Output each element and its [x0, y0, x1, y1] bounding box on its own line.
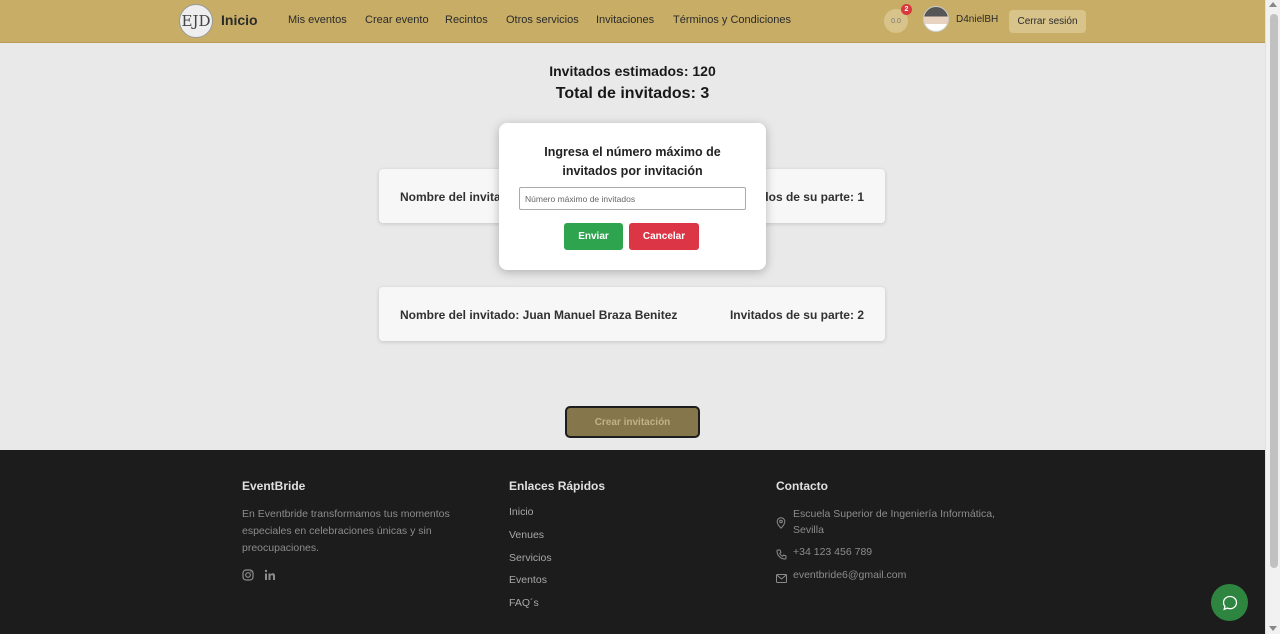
logo-icon[interactable]: EJD	[179, 4, 213, 38]
username[interactable]: D4nielBH	[956, 14, 998, 25]
send-button[interactable]: Enviar	[564, 223, 623, 250]
footer-links-title: Enlaces Rápidos	[509, 479, 606, 493]
navbar: EJD Inicio Mis eventos Crear evento Reci…	[0, 0, 1265, 43]
avatar[interactable]	[923, 6, 949, 32]
nav-mis-eventos[interactable]: Mis eventos	[288, 14, 347, 26]
logout-button[interactable]: Cerrar sesión	[1009, 10, 1086, 33]
modal-title: Ingresa el número máximo de invitados po…	[544, 145, 721, 178]
footer-about-text: En Eventbride transformamos tus momentos…	[242, 508, 450, 554]
notification-badge: 2	[901, 4, 912, 15]
page-scrollbar[interactable]	[1265, 0, 1280, 634]
max-guests-modal: Ingresa el número máximo de invitados po…	[499, 123, 766, 270]
nav-otros-servicios[interactable]: Otros servicios	[506, 14, 579, 26]
footer-link-eventos[interactable]: Eventos	[509, 574, 547, 586]
footer-email[interactable]: eventbride6@gmail.com	[793, 567, 906, 583]
footer-link-faqs[interactable]: FAQ´s	[509, 597, 539, 609]
cancel-button[interactable]: Cancelar	[629, 223, 699, 250]
max-guests-input[interactable]	[519, 187, 746, 210]
footer-link-inicio[interactable]: Inicio	[509, 506, 534, 518]
scrollbar-thumb[interactable]	[1270, 14, 1278, 568]
nav-terminos[interactable]: Términos y Condiciones	[673, 14, 791, 26]
footer-contact-title: Contacto	[776, 479, 828, 493]
footer-link-servicios[interactable]: Servicios	[509, 552, 552, 564]
nav-recintos[interactable]: Recintos	[445, 14, 488, 26]
chat-button[interactable]	[1211, 584, 1248, 621]
footer-address: Escuela Superior de Ingeniería Informáti…	[793, 508, 995, 536]
linkedin-icon[interactable]	[264, 569, 276, 581]
footer-link-venues[interactable]: Venues	[509, 529, 544, 541]
nav-crear-evento[interactable]: Crear evento	[365, 14, 429, 26]
location-icon	[776, 516, 786, 529]
nav-invitaciones[interactable]: Invitaciones	[596, 14, 654, 26]
footer-phone: +34 123 456 789	[793, 546, 873, 558]
chat-bubble-icon	[1222, 595, 1237, 610]
scroll-down-arrow-icon[interactable]	[1269, 626, 1277, 631]
footer-about-title: EventBride	[242, 479, 306, 493]
scroll-up-arrow-icon[interactable]	[1269, 2, 1277, 7]
brand-link[interactable]: Inicio	[221, 12, 258, 28]
mail-icon	[776, 570, 787, 583]
phone-icon	[776, 547, 787, 560]
footer: EventBride En Eventbride transformamos t…	[0, 450, 1265, 634]
instagram-icon[interactable]	[242, 569, 254, 581]
